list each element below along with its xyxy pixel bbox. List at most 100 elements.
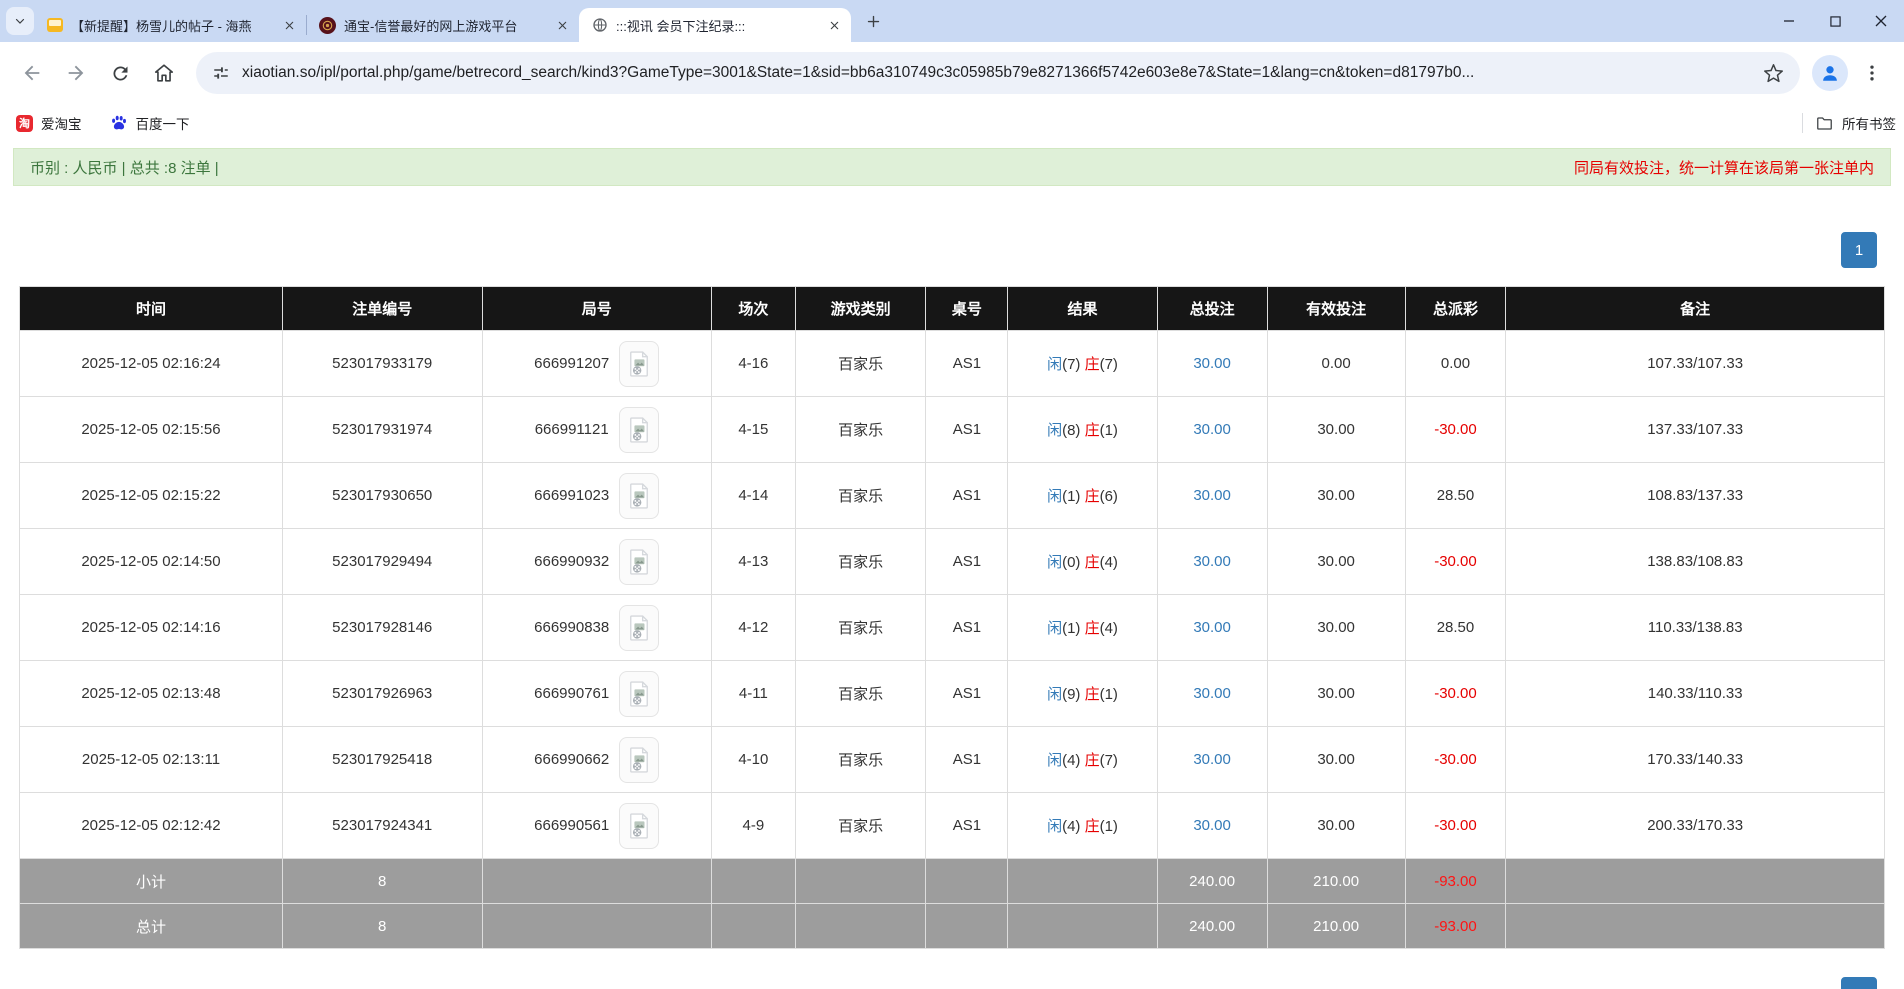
cell-total-bet[interactable]: 30.00 <box>1157 793 1267 859</box>
result-banker-label: 庄 <box>1085 686 1100 703</box>
window-controls <box>1766 0 1904 42</box>
cell-round-id: 666990932 <box>482 529 711 595</box>
cell-total-bet[interactable]: 30.00 <box>1157 595 1267 661</box>
pagination-bottom-page-1[interactable]: 1 <box>1841 977 1877 989</box>
tab-title: 通宝-信誉最好的网上游戏平台 <box>344 16 545 35</box>
cell-time: 2025-12-05 02:14:16 <box>20 595 283 661</box>
cell-time: 2025-12-05 02:12:42 <box>20 793 283 859</box>
minimize-button[interactable] <box>1766 0 1812 42</box>
home-button[interactable] <box>144 53 184 93</box>
result-banker-score: (7) <box>1100 356 1118 373</box>
forward-button[interactable] <box>56 53 96 93</box>
result-banker-score: (7) <box>1100 752 1118 769</box>
video-replay-icon <box>628 813 650 839</box>
pagination-page-1[interactable]: 1 <box>1841 232 1877 268</box>
browser-tab-2[interactable]: 通宝-信誉最好的网上游戏平台 <box>307 8 579 42</box>
close-tab-icon[interactable] <box>553 16 571 34</box>
cell-table-no: AS1 <box>926 793 1008 859</box>
all-bookmarks-button[interactable]: 所有书签 <box>1815 113 1896 133</box>
cell-round-id: 666991023 <box>482 463 711 529</box>
video-replay-button[interactable] <box>619 539 659 585</box>
result-player-label: 闲 <box>1047 818 1062 835</box>
cell-result: 闲(4) 庄(1) <box>1008 793 1157 859</box>
bookmark-aitaobao[interactable]: 淘 爱淘宝 <box>16 113 82 133</box>
result-player-score: (4) <box>1062 818 1085 835</box>
video-replay-button[interactable] <box>619 803 659 849</box>
cell-bet-id: 523017933179 <box>282 331 482 397</box>
summary-empty-cell <box>711 904 795 949</box>
reload-icon <box>110 63 131 84</box>
column-header: 备注 <box>1506 287 1885 331</box>
bookmark-baidu[interactable]: 百度一下 <box>110 113 190 133</box>
cell-table-no: AS1 <box>926 595 1008 661</box>
bet-table: 时间注单编号局号场次游戏类别桌号结果总投注有效投注总派彩备注 2025-12-0… <box>19 286 1885 949</box>
cell-time: 2025-12-05 02:14:50 <box>20 529 283 595</box>
summary-valid-bet: 210.00 <box>1267 859 1405 904</box>
cell-session: 4-16 <box>711 331 795 397</box>
cell-time: 2025-12-05 02:15:56 <box>20 397 283 463</box>
cell-table-no: AS1 <box>926 463 1008 529</box>
video-replay-button[interactable] <box>619 737 659 783</box>
close-tab-icon[interactable] <box>825 16 843 34</box>
cell-remark: 170.33/140.33 <box>1506 727 1885 793</box>
result-player-label: 闲 <box>1047 422 1062 439</box>
cell-total-bet[interactable]: 30.00 <box>1157 727 1267 793</box>
cell-total-bet[interactable]: 30.00 <box>1157 397 1267 463</box>
reload-button[interactable] <box>100 53 140 93</box>
url-bar[interactable]: xiaotian.so/ipl/portal.php/game/betrecor… <box>196 52 1800 94</box>
cell-bet-id: 523017926963 <box>282 661 482 727</box>
cell-session: 4-12 <box>711 595 795 661</box>
home-icon <box>153 62 175 84</box>
browser-menu-button[interactable] <box>1852 53 1892 93</box>
tab-search-button[interactable] <box>6 7 34 35</box>
video-replay-button[interactable] <box>619 671 659 717</box>
maximize-button[interactable] <box>1812 0 1858 42</box>
result-banker-label: 庄 <box>1085 488 1100 505</box>
result-banker-label: 庄 <box>1085 422 1100 439</box>
cell-bet-id: 523017930650 <box>282 463 482 529</box>
result-player-score: (8) <box>1062 422 1085 439</box>
result-banker-label: 庄 <box>1085 356 1100 373</box>
avatar[interactable] <box>1812 55 1848 91</box>
maximize-icon <box>1830 16 1841 27</box>
video-replay-button[interactable] <box>619 341 659 387</box>
close-tab-icon[interactable] <box>280 16 298 34</box>
window-close-button[interactable] <box>1858 0 1904 42</box>
video-replay-button[interactable] <box>619 605 659 651</box>
cell-session: 4-10 <box>711 727 795 793</box>
cell-remark: 140.33/110.33 <box>1506 661 1885 727</box>
cell-payout: 28.50 <box>1405 595 1506 661</box>
back-button[interactable] <box>12 53 52 93</box>
tab-title: :::视讯 会员下注纪录::: <box>616 16 817 35</box>
browser-tab-1[interactable]: 【新提醒】杨雪儿的帖子 - 海燕 <box>34 8 306 42</box>
cell-game-type: 百家乐 <box>795 595 926 661</box>
cell-payout: -30.00 <box>1405 727 1506 793</box>
cell-total-bet[interactable]: 30.00 <box>1157 331 1267 397</box>
result-banker-label: 庄 <box>1085 818 1100 835</box>
round-id-text: 666990662 <box>534 751 609 768</box>
site-info-tune-icon[interactable] <box>212 64 230 82</box>
star-icon[interactable] <box>1763 63 1784 84</box>
cell-table-no: AS1 <box>926 397 1008 463</box>
url-text[interactable]: xiaotian.so/ipl/portal.php/game/betrecor… <box>242 64 1751 82</box>
cell-bet-id: 523017929494 <box>282 529 482 595</box>
browser-tab-active[interactable]: :::视讯 会员下注纪录::: <box>579 8 851 42</box>
column-header: 总投注 <box>1157 287 1267 331</box>
summary-empty-cell <box>1008 904 1157 949</box>
new-tab-button[interactable] <box>859 7 887 35</box>
cell-total-bet[interactable]: 30.00 <box>1157 529 1267 595</box>
cell-result: 闲(4) 庄(7) <box>1008 727 1157 793</box>
cell-time: 2025-12-05 02:13:48 <box>20 661 283 727</box>
cell-total-bet[interactable]: 30.00 <box>1157 661 1267 727</box>
cell-total-bet[interactable]: 30.00 <box>1157 463 1267 529</box>
video-replay-button[interactable] <box>619 473 659 519</box>
video-replay-button[interactable] <box>619 407 659 453</box>
cell-result: 闲(9) 庄(1) <box>1008 661 1157 727</box>
cell-bet-id: 523017928146 <box>282 595 482 661</box>
cell-round-id: 666990662 <box>482 727 711 793</box>
column-header: 游戏类别 <box>795 287 926 331</box>
result-player-score: (1) <box>1062 620 1085 637</box>
summary-total-bet: 240.00 <box>1157 904 1267 949</box>
cell-table-no: AS1 <box>926 529 1008 595</box>
cell-remark: 200.33/170.33 <box>1506 793 1885 859</box>
